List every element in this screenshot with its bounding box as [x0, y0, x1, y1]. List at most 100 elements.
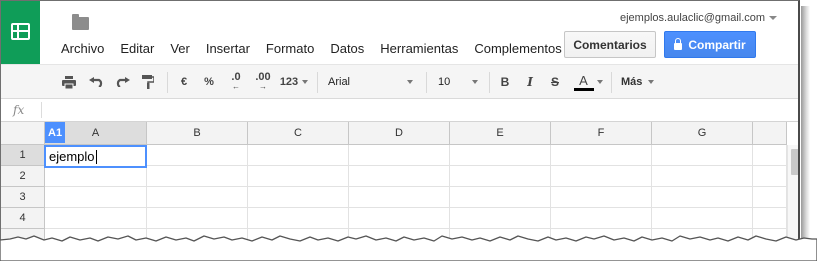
grid-cell[interactable] [147, 145, 248, 166]
menu-datos[interactable]: Datos [322, 41, 372, 56]
grid-cell[interactable] [147, 187, 248, 208]
currency-button[interactable]: € [177, 65, 191, 99]
grid-cell[interactable] [753, 145, 787, 166]
number-format-label: 123 [279, 76, 299, 88]
grid-cell[interactable] [45, 187, 147, 208]
text-color-letter: A [579, 72, 588, 88]
grid-cell[interactable] [248, 166, 349, 187]
menu-formato[interactable]: Formato [258, 41, 322, 56]
column-header-b[interactable]: B [147, 122, 248, 145]
font-family-value: Arial [328, 76, 351, 88]
arrow-left-icon: ← [232, 82, 240, 91]
row-header-2[interactable]: 2 [1, 166, 45, 187]
more-button[interactable]: Más [621, 65, 655, 99]
frame-shadow [801, 6, 810, 244]
toolbar-divider [167, 72, 168, 93]
bold-button[interactable]: B [498, 65, 512, 99]
column-header-d[interactable]: D [349, 122, 450, 145]
menu-editar[interactable]: Editar [112, 41, 162, 56]
text-color-icon: A [573, 72, 594, 91]
grid-cell[interactable] [450, 145, 551, 166]
grid-cell[interactable] [147, 166, 248, 187]
grid-cell[interactable] [551, 145, 652, 166]
folder-icon[interactable] [72, 14, 89, 30]
font-size-dropdown[interactable]: 10 [438, 65, 478, 99]
toolbar-divider [611, 72, 612, 93]
grid-cell[interactable] [551, 187, 652, 208]
toolbar-divider [317, 72, 318, 93]
grid-cell[interactable] [349, 166, 450, 187]
column-header-e[interactable]: E [450, 122, 551, 145]
grid-cell[interactable] [248, 145, 349, 166]
menu-bar: Archivo Editar Ver Insertar Formato Dato… [53, 41, 570, 56]
row-header-1[interactable]: 1 [1, 145, 45, 166]
increase-decimals-button[interactable]: .00 → [251, 65, 275, 99]
sheets-logo[interactable] [1, 1, 40, 64]
cell-a1-value: ejemplo [49, 149, 95, 164]
text-color-button[interactable]: A [571, 65, 605, 99]
grid-cell[interactable] [349, 145, 450, 166]
grid-cell[interactable] [450, 166, 551, 187]
menu-insertar[interactable]: Insertar [198, 41, 258, 56]
scrollbar-thumb[interactable] [791, 149, 798, 175]
font-family-dropdown[interactable]: Arial [328, 65, 413, 99]
chevron-down-icon [302, 80, 309, 84]
print-button[interactable] [59, 65, 79, 99]
select-all-corner[interactable] [1, 122, 45, 145]
column-header-h[interactable] [753, 122, 787, 145]
column-header-f[interactable]: F [551, 122, 652, 145]
decrease-decimals-button[interactable]: .0 ← [225, 65, 247, 99]
grid-cell[interactable] [753, 166, 787, 187]
column-header-c[interactable]: C [248, 122, 349, 145]
toolbar-divider [489, 72, 490, 93]
redo-button[interactable] [111, 65, 133, 99]
italic-button[interactable]: I [523, 65, 537, 99]
grid-cell[interactable] [753, 187, 787, 208]
text-color-swatch [573, 87, 594, 91]
grid-cell[interactable] [45, 166, 147, 187]
cell-a1-editor[interactable]: ejemplo [44, 145, 147, 168]
menu-complementos[interactable]: Complementos [466, 41, 569, 56]
lock-icon [674, 38, 683, 50]
toolbar-divider [426, 72, 427, 93]
formula-bar-divider [41, 102, 42, 118]
toolbar: € % .0 ← .00 → 123 Arial 10 B I S A Más [1, 64, 798, 99]
menu-herramientas[interactable]: Herramientas [372, 41, 466, 56]
chevron-down-icon [596, 80, 603, 84]
chevron-down-icon [407, 80, 413, 84]
account-menu[interactable]: ejemplos.aulaclic@gmail.com [620, 12, 778, 24]
decrease-decimals-label: .0 [231, 71, 241, 83]
column-header-g[interactable]: G [652, 122, 753, 145]
formula-input[interactable] [47, 102, 787, 119]
font-size-value: 10 [438, 76, 451, 88]
share-button[interactable]: Compartir [664, 31, 756, 58]
number-format-dropdown[interactable]: 123 [277, 65, 311, 99]
chevron-down-icon [472, 80, 478, 84]
grid-cell[interactable] [551, 166, 652, 187]
account-email: ejemplos.aulaclic@gmail.com [620, 12, 766, 24]
percent-button[interactable]: % [202, 65, 216, 99]
chevron-down-icon [648, 80, 655, 84]
redo-icon [116, 77, 130, 87]
chevron-down-icon [769, 16, 778, 20]
increase-decimals-label: .00 [255, 71, 271, 83]
paint-format-button[interactable] [138, 65, 158, 99]
grid-cell[interactable] [652, 145, 753, 166]
app-header: ejemplos.aulaclic@gmail.com Archivo Edit… [1, 1, 798, 64]
strikethrough-button[interactable]: S [548, 65, 562, 99]
text-cursor [95, 149, 97, 164]
grid-cell[interactable] [652, 187, 753, 208]
menu-archivo[interactable]: Archivo [53, 41, 112, 56]
column-header-a[interactable]: A1 A [45, 122, 147, 145]
menu-ver[interactable]: Ver [162, 41, 198, 56]
grid-cell[interactable] [248, 187, 349, 208]
row-header-3[interactable]: 3 [1, 187, 45, 208]
more-label: Más [621, 76, 643, 88]
spreadsheet-window: ejemplos.aulaclic@gmail.com Archivo Edit… [0, 0, 800, 244]
undo-button[interactable] [85, 65, 107, 99]
grid-cell[interactable] [652, 166, 753, 187]
paint-format-icon [142, 75, 154, 89]
grid-cell[interactable] [349, 187, 450, 208]
grid-cell[interactable] [450, 187, 551, 208]
comments-button[interactable]: Comentarios [564, 31, 656, 58]
